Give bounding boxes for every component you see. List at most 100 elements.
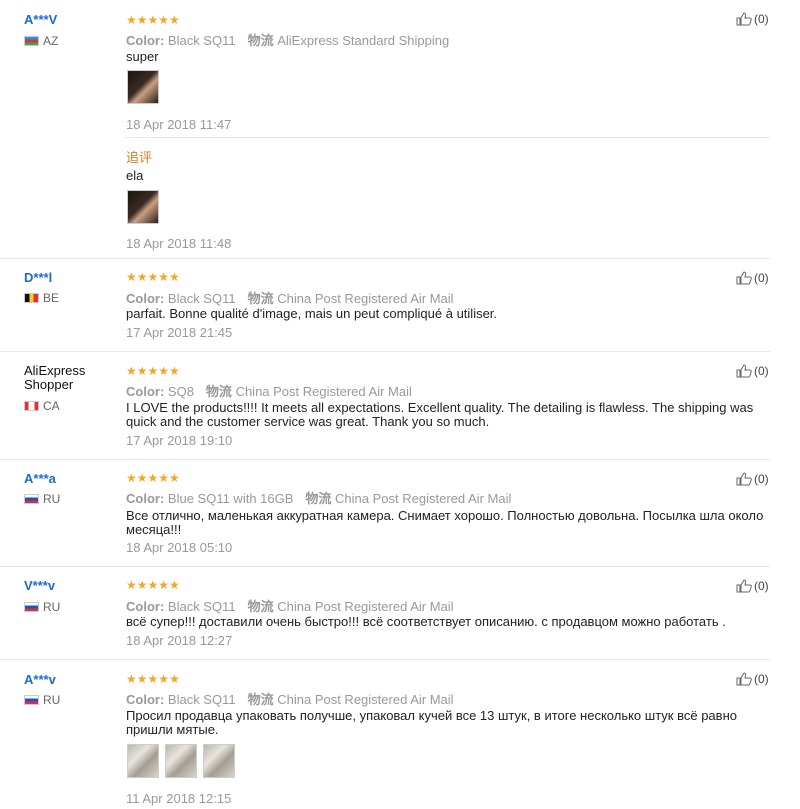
color-label: Color: bbox=[126, 33, 165, 48]
reviewer-country: BE bbox=[24, 291, 59, 305]
review-photo[interactable] bbox=[165, 744, 197, 778]
review-date: 11 Apr 2018 12:15 bbox=[126, 791, 232, 806]
reviewer-name-line1: AliExpress bbox=[24, 363, 86, 378]
rating-stars: ★★★★★ bbox=[126, 13, 180, 27]
review-photo[interactable] bbox=[127, 70, 159, 104]
order-info: Color: Blue SQ11 with 16GB 物流 China Post … bbox=[126, 488, 511, 507]
order-info: Color: Black SQ11 物流 China Post Registere… bbox=[126, 689, 454, 708]
reviewer-name[interactable]: A***v bbox=[24, 672, 56, 687]
shipping-label: 物流 bbox=[247, 291, 274, 306]
review-date: 17 Apr 2018 21:45 bbox=[126, 325, 233, 340]
shipping-value: China Post Registered Air Mail bbox=[277, 692, 454, 707]
review-divider bbox=[0, 566, 770, 567]
shipping-label: 物流 bbox=[305, 491, 332, 506]
color-value: Black SQ11 bbox=[167, 291, 236, 306]
review-divider bbox=[0, 459, 770, 460]
rating-stars: ★★★★★ bbox=[126, 471, 180, 485]
review-text: super bbox=[126, 49, 159, 64]
review-text: parfait. Bonne qualité d'image, mais un … bbox=[126, 306, 498, 321]
thumb-up-icon bbox=[736, 672, 752, 686]
like-count: (0) bbox=[754, 12, 769, 26]
review-text: всё супер!!! доставили очень быстро!!! в… bbox=[126, 614, 726, 629]
color-label: Color: bbox=[126, 692, 165, 707]
reviewer-name[interactable]: AliExpress Shopper bbox=[24, 364, 85, 392]
country-code: RU bbox=[43, 600, 61, 614]
reviewer-country: CA bbox=[24, 399, 60, 413]
like-button[interactable]: (0) bbox=[736, 472, 769, 486]
review-divider bbox=[0, 258, 770, 259]
reviewer-country: RU bbox=[24, 600, 60, 614]
reviewer-name[interactable]: D***l bbox=[24, 270, 52, 285]
review-date: 18 Apr 2018 11:47 bbox=[126, 117, 232, 132]
rating-stars: ★★★★★ bbox=[126, 270, 180, 284]
shipping-value: China Post Registered Air Mail bbox=[235, 384, 412, 399]
color-value: SQ8 bbox=[167, 384, 194, 399]
rating-stars: ★★★★★ bbox=[126, 364, 180, 378]
flag-ru-icon bbox=[24, 602, 39, 612]
thumb-up-icon bbox=[736, 271, 752, 285]
reviewer-name-line2: Shopper bbox=[24, 377, 74, 392]
thumb-up-icon bbox=[736, 364, 752, 378]
like-count: (0) bbox=[754, 579, 769, 593]
shipping-value: AliExpress Standard Shipping bbox=[277, 33, 450, 48]
color-value: Black SQ11 bbox=[167, 33, 236, 48]
review-text: Все отлично, маленькая аккуратная камера… bbox=[126, 508, 764, 537]
reviewer-name[interactable]: A***a bbox=[24, 471, 56, 486]
like-count: (0) bbox=[754, 672, 769, 686]
color-label: Color: bbox=[126, 384, 165, 399]
like-button[interactable]: (0) bbox=[736, 364, 769, 378]
reviewer-country: RU bbox=[24, 693, 60, 707]
thumb-up-icon bbox=[736, 579, 752, 593]
flag-ru-icon bbox=[24, 695, 39, 705]
shipping-value: China Post Registered Air Mail bbox=[335, 491, 512, 506]
order-info: Color: SQ8 物流 China Post Registered Air M… bbox=[126, 381, 412, 400]
country-code: RU bbox=[43, 492, 61, 506]
reviewer-country: AZ bbox=[24, 34, 58, 48]
like-count: (0) bbox=[754, 472, 769, 486]
review-photo[interactable] bbox=[127, 744, 159, 778]
reviewer-name[interactable]: A***V bbox=[24, 12, 57, 27]
shipping-label: 物流 bbox=[247, 599, 274, 614]
followup-divider bbox=[124, 137, 770, 138]
order-info: Color: Black SQ11 物流 AliExpress Standard … bbox=[126, 30, 449, 49]
color-label: Color: bbox=[126, 599, 165, 614]
review-divider bbox=[0, 351, 770, 352]
review-divider bbox=[0, 659, 770, 660]
country-code: AZ bbox=[43, 34, 59, 48]
country-code: BE bbox=[43, 291, 60, 305]
review-text: I LOVE the products!!!! It meets all exp… bbox=[126, 400, 754, 429]
review-date: 18 Apr 2018 12:27 bbox=[126, 633, 233, 648]
like-button[interactable]: (0) bbox=[736, 12, 769, 26]
shipping-value: China Post Registered Air Mail bbox=[277, 291, 454, 306]
shipping-value: China Post Registered Air Mail bbox=[277, 599, 454, 614]
reviewer-name[interactable]: V***v bbox=[24, 578, 55, 593]
country-code: CA bbox=[43, 399, 60, 413]
shipping-label: 物流 bbox=[205, 384, 232, 399]
like-button[interactable]: (0) bbox=[736, 271, 769, 285]
thumb-up-icon bbox=[736, 472, 752, 486]
color-label: Color: bbox=[126, 491, 165, 506]
country-code: RU bbox=[43, 693, 61, 707]
like-button[interactable]: (0) bbox=[736, 672, 769, 686]
reviewer-country: RU bbox=[24, 492, 60, 506]
rating-stars: ★★★★★ bbox=[126, 672, 180, 686]
flag-ru-icon bbox=[24, 494, 39, 504]
like-button[interactable]: (0) bbox=[736, 579, 769, 593]
review-date: 17 Apr 2018 19:10 bbox=[126, 433, 233, 448]
flag-az-icon bbox=[24, 36, 39, 46]
shipping-label: 物流 bbox=[247, 33, 274, 48]
like-count: (0) bbox=[754, 364, 769, 378]
order-info: Color: Black SQ11 物流 China Post Registere… bbox=[126, 596, 454, 615]
color-value: Black SQ11 bbox=[167, 692, 236, 707]
review-photo[interactable] bbox=[203, 744, 235, 778]
review-text: Просил продавца упаковать получше, упако… bbox=[126, 708, 737, 737]
followup-date: 18 Apr 2018 11:48 bbox=[126, 236, 232, 251]
color-value: Black SQ11 bbox=[167, 599, 236, 614]
thumb-up-icon bbox=[736, 12, 752, 26]
color-label: Color: bbox=[126, 291, 165, 306]
color-value: Blue SQ11 with 16GB bbox=[167, 491, 294, 506]
followup-photo[interactable] bbox=[127, 190, 159, 224]
like-count: (0) bbox=[754, 271, 769, 285]
flag-ca-icon bbox=[24, 401, 39, 411]
review-date: 18 Apr 2018 05:10 bbox=[126, 540, 233, 555]
